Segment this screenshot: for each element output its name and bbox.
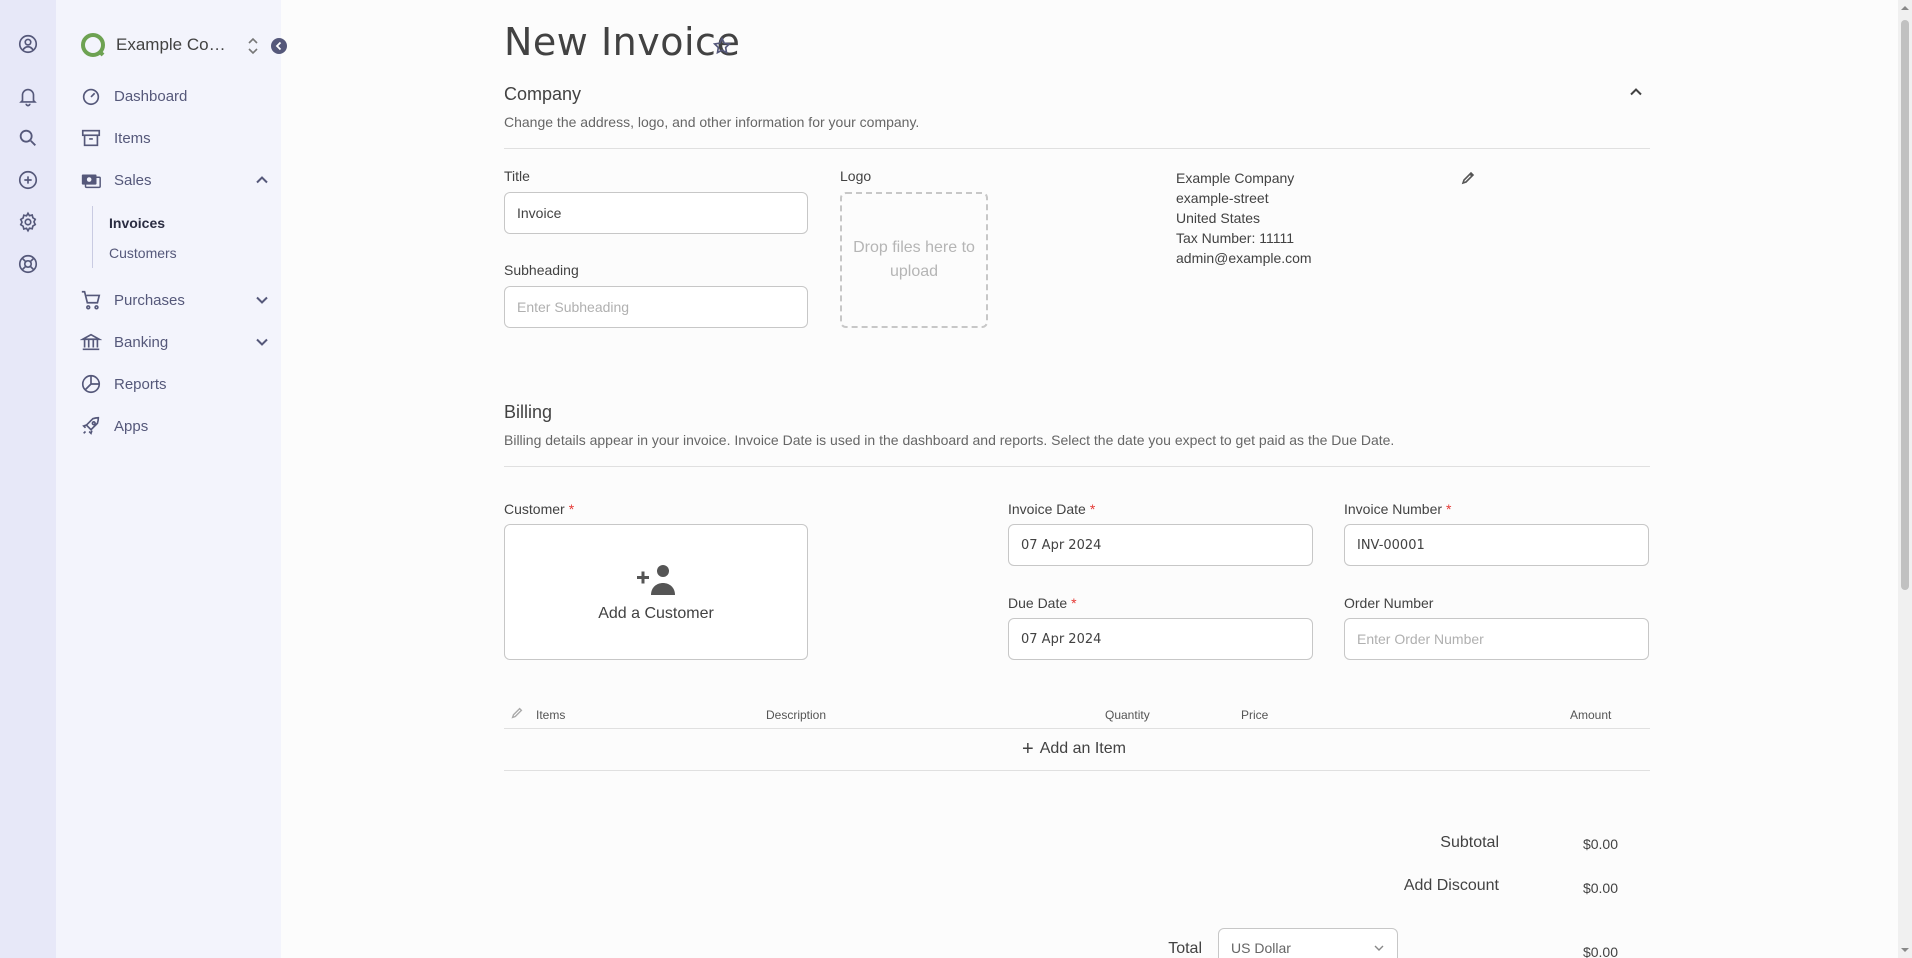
column-header-quantity: Quantity — [1105, 708, 1150, 722]
sidebar: Example Com... Dashboard Items Sales Inv… — [56, 0, 287, 958]
total-value: $0.00 — [1582, 944, 1618, 958]
column-header-description: Description — [766, 708, 827, 722]
sidebar-item-items[interactable]: Items — [80, 126, 270, 150]
logo-dropzone[interactable]: Drop files here to upload — [840, 192, 988, 328]
scroll-down-arrow-icon[interactable] — [1901, 946, 1909, 954]
archive-box-icon — [80, 127, 102, 149]
chevron-up-icon[interactable] — [254, 172, 270, 188]
sidebar-item-sales[interactable]: Sales — [80, 168, 270, 192]
sidebar-item-apps[interactable]: Apps — [80, 414, 270, 438]
order-number-label: Order Number — [1344, 595, 1434, 611]
invoice-number-input[interactable]: INV-00001 — [1344, 524, 1649, 566]
billing-section-title: Billing — [504, 402, 553, 422]
logo-label: Logo — [840, 168, 872, 184]
switch-company-icon[interactable] — [246, 36, 260, 56]
company-section-description: Change the address, logo, and other info… — [504, 114, 920, 130]
subtotal-value: $0.00 — [1582, 836, 1618, 852]
profile-icon[interactable] — [17, 33, 39, 55]
collapse-sidebar-button[interactable] — [271, 38, 287, 54]
company-name: Example Com... — [116, 35, 232, 54]
bank-icon — [80, 331, 102, 353]
currency-select[interactable]: US Dollar — [1218, 928, 1398, 958]
rocket-icon — [80, 415, 102, 437]
company-info: Example Company example-street United St… — [1176, 168, 1312, 268]
company-switcher[interactable]: Example Com... — [80, 32, 232, 58]
add-person-icon — [635, 561, 679, 597]
edit-columns-pencil-icon[interactable] — [510, 706, 524, 720]
plus-icon: + — [1022, 738, 1034, 760]
divider — [504, 728, 1650, 729]
divider — [504, 466, 1650, 467]
column-header-items: Items — [536, 708, 566, 722]
collapse-company-icon[interactable] — [1628, 84, 1644, 100]
brand-logo — [81, 33, 105, 57]
chevron-down-icon[interactable] — [254, 334, 270, 350]
divider — [504, 770, 1650, 771]
customer-label: Customer * — [504, 501, 575, 517]
scrollbar-thumb[interactable] — [1901, 20, 1909, 590]
currency-value: US Dollar — [1231, 940, 1291, 956]
subheading-label: Subheading — [504, 262, 579, 278]
divider — [504, 148, 1650, 149]
scroll-up-arrow-icon[interactable] — [1901, 4, 1909, 12]
pie-chart-icon — [80, 373, 102, 395]
due-date-label: Due Date * — [1008, 595, 1077, 611]
sidebar-item-dashboard[interactable]: Dashboard — [80, 84, 270, 108]
sidebar-subitem-invoices[interactable]: Invoices — [109, 215, 165, 231]
column-header-price: Price — [1241, 708, 1269, 722]
add-new-icon[interactable] — [17, 169, 39, 191]
icon-rail — [0, 0, 56, 958]
speedometer-icon — [80, 85, 102, 107]
subtotal-label: Subtotal — [1440, 834, 1499, 851]
sidebar-item-label: Items — [114, 129, 151, 147]
search-icon[interactable] — [17, 127, 39, 149]
add-discount-button[interactable]: Add Discount — [1304, 877, 1499, 895]
page-title: New Invoice — [504, 20, 741, 64]
invoice-date-input[interactable]: 07 Apr 2024 — [1008, 524, 1313, 566]
notification-bell-icon[interactable] — [17, 85, 39, 107]
sidebar-item-label: Purchases — [114, 291, 185, 309]
sidebar-item-banking[interactable]: Banking — [80, 330, 270, 354]
sidebar-subitem-customers[interactable]: Customers — [109, 245, 177, 261]
add-customer-button[interactable]: Add a Customer — [504, 524, 808, 660]
due-date-input[interactable]: 07 Apr 2024 — [1008, 618, 1313, 660]
sidebar-item-reports[interactable]: Reports — [80, 372, 270, 396]
invoice-date-label: Invoice Date * — [1008, 501, 1096, 517]
edit-pencil-icon[interactable] — [1460, 170, 1476, 186]
add-customer-label: Add a Customer — [598, 605, 714, 622]
items-table-header: Items Description Quantity Price Amount — [504, 706, 1650, 728]
chevron-down-icon[interactable] — [254, 292, 270, 308]
company-info-email: admin@example.com — [1176, 250, 1312, 266]
subheading-input[interactable]: Enter Subheading — [504, 286, 808, 328]
add-item-label: Add an Item — [1039, 740, 1126, 757]
sales-submenu: Invoices Customers — [92, 206, 177, 268]
company-info-street: example-street — [1176, 190, 1269, 206]
shopping-cart-icon — [80, 289, 102, 311]
column-header-amount: Amount — [1570, 708, 1612, 722]
title-label: Title — [504, 168, 530, 184]
favorite-star-icon[interactable] — [712, 36, 732, 56]
company-info-tax: Tax Number: 11111 — [1176, 230, 1295, 246]
sidebar-item-label: Reports — [114, 375, 167, 393]
discount-value: $0.00 — [1582, 880, 1618, 896]
company-section-title: Company — [504, 84, 582, 104]
total-label: Total — [1168, 940, 1202, 957]
billing-section-description: Billing details appear in your invoice. … — [504, 432, 1395, 448]
help-lifebuoy-icon[interactable] — [17, 253, 39, 275]
company-info-name: Example Company — [1176, 170, 1295, 186]
sidebar-item-label: Dashboard — [114, 87, 188, 105]
order-number-input[interactable]: Enter Order Number — [1344, 618, 1649, 660]
scrollbar[interactable] — [1898, 0, 1912, 958]
title-input[interactable]: Invoice — [504, 192, 808, 234]
sidebar-item-label: Banking — [114, 333, 169, 351]
settings-gear-icon[interactable] — [17, 211, 39, 233]
add-item-button[interactable]: + Add an Item — [1022, 738, 1126, 760]
money-icon — [80, 169, 102, 191]
sidebar-item-label: Apps — [114, 417, 149, 435]
sidebar-item-label: Sales — [114, 171, 152, 189]
sidebar-item-purchases[interactable]: Purchases — [80, 288, 270, 312]
invoice-number-label: Invoice Number * — [1344, 501, 1452, 517]
chevron-down-icon — [1374, 945, 1384, 951]
company-info-country: United States — [1176, 210, 1261, 226]
